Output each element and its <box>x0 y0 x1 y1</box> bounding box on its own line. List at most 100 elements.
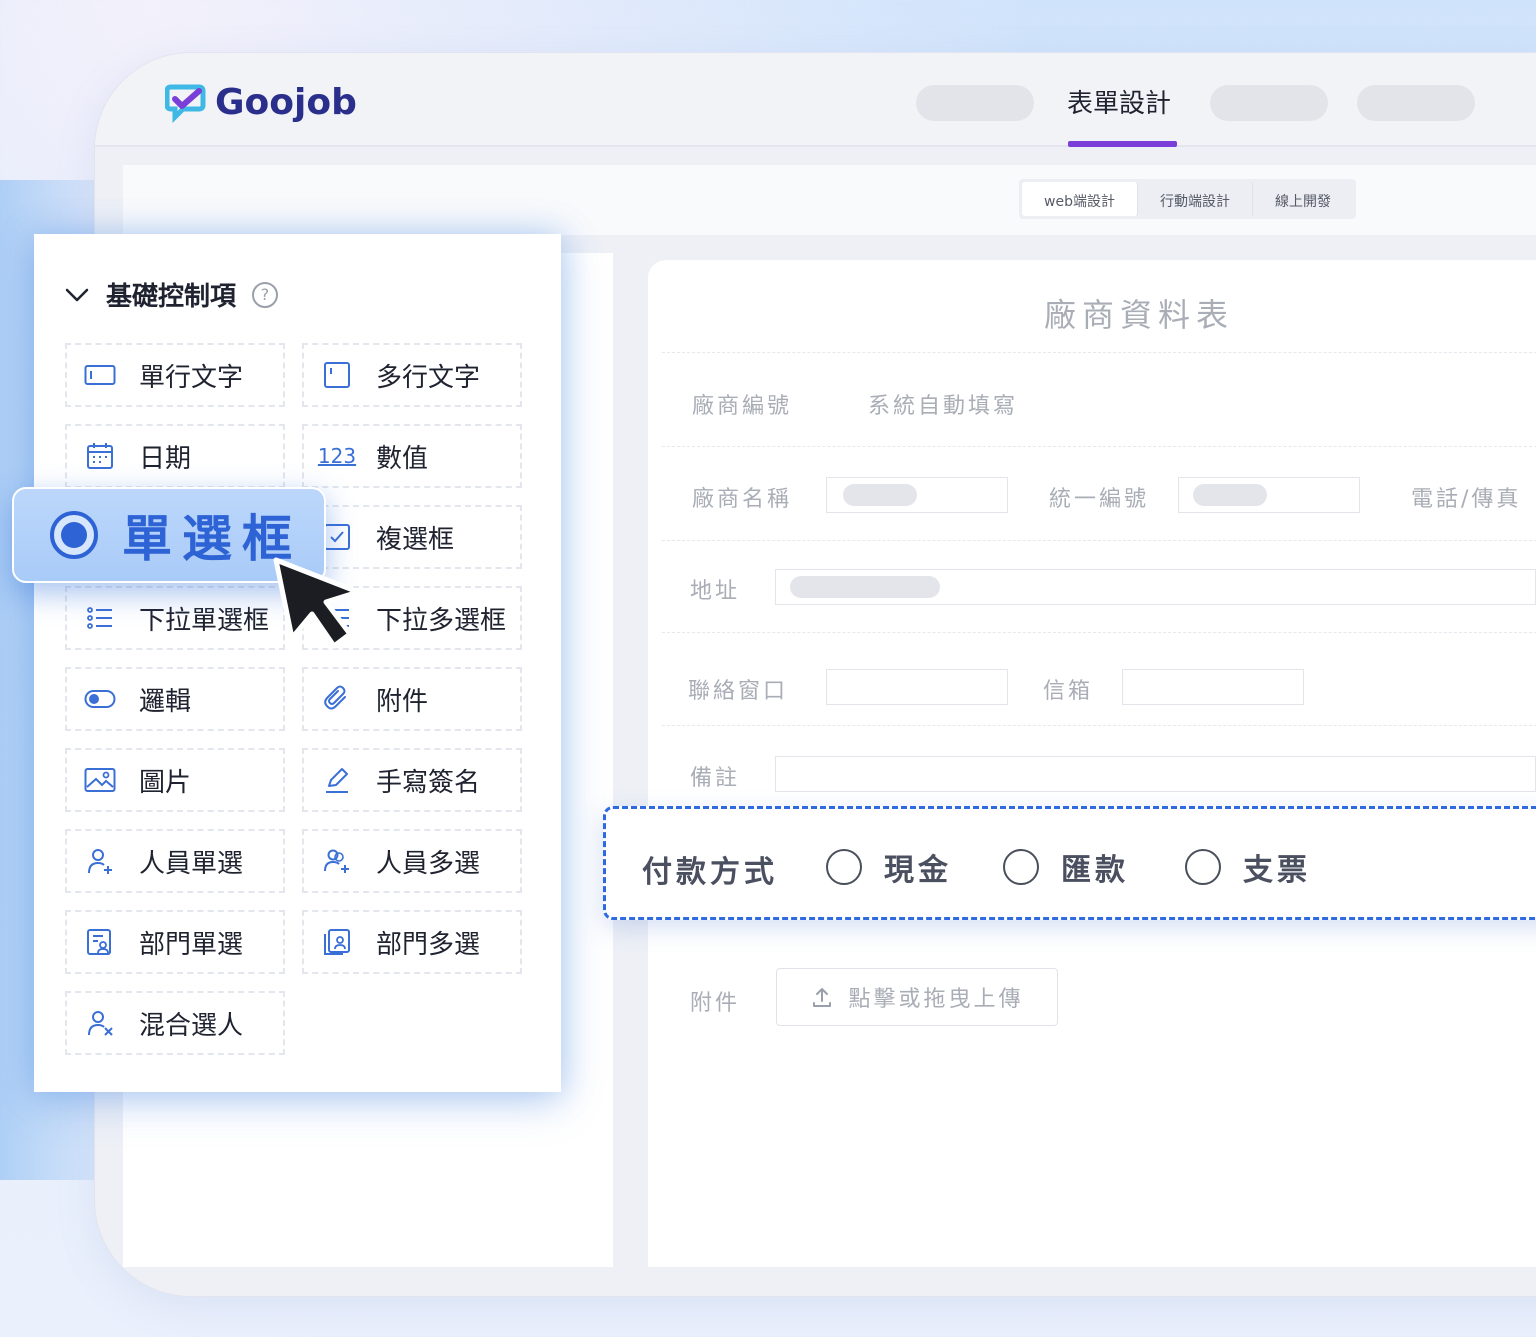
tax-id-label: 統一編號 <box>1049 487 1150 512</box>
control-logic[interactable]: 邏輯 <box>65 667 285 731</box>
nav-active-indicator <box>1068 141 1177 147</box>
single-line-text-icon <box>83 358 117 392</box>
app-header: Goojob 表單設計 <box>95 53 1536 147</box>
control-single-line-text[interactable]: 單行文字 <box>65 343 285 407</box>
list-icon <box>83 601 117 635</box>
chevron-down-icon[interactable] <box>64 282 90 308</box>
tab-web-design[interactable]: web端設計 <box>1022 182 1138 216</box>
payment-option-cash[interactable]: 現金 <box>826 845 952 889</box>
control-label: 部門多選 <box>376 929 481 960</box>
control-label: 邏輯 <box>139 686 192 717</box>
paperclip-icon <box>320 682 354 716</box>
nav-tab-placeholder-2[interactable] <box>1210 85 1328 121</box>
control-label: 複選框 <box>376 524 455 555</box>
payment-option-check[interactable]: 支票 <box>1185 845 1311 889</box>
control-mixed-user[interactable]: 混合選人 <box>65 991 285 1055</box>
panel-title: 基礎控制項 <box>106 282 237 312</box>
control-label: 下拉多選框 <box>376 605 507 636</box>
control-label: 部門單選 <box>139 929 244 960</box>
row-divider <box>662 725 1536 726</box>
input-placeholder-blob <box>843 484 917 506</box>
control-user-single[interactable]: 人員單選 <box>65 829 285 893</box>
control-date[interactable]: 日期 <box>65 424 285 488</box>
calendar-icon <box>83 439 117 473</box>
control-multi-line-text[interactable]: 多行文字 <box>302 343 522 407</box>
vendor-id-value: 系統自動填寫 <box>868 394 1019 419</box>
goojob-logo-icon <box>165 84 206 123</box>
control-label: 圖片 <box>139 767 192 798</box>
row-divider <box>662 540 1536 541</box>
payment-option-label: 支票 <box>1243 853 1311 888</box>
form-title: 廠商資料表 <box>1044 296 1235 334</box>
number-icon: 123 <box>317 444 357 468</box>
email-label: 信箱 <box>1043 679 1094 704</box>
control-signature[interactable]: 手寫簽名 <box>302 748 522 812</box>
payment-option-label: 匯款 <box>1061 853 1129 888</box>
toggle-icon <box>83 682 117 716</box>
control-label: 數值 <box>376 443 429 474</box>
nav-tab-placeholder-1[interactable] <box>916 85 1034 121</box>
image-icon <box>83 763 117 797</box>
contact-label: 聯絡窗口 <box>688 679 789 704</box>
design-mode-tabs: web端設計 行動端設計 線上開發 <box>1019 179 1356 219</box>
control-label: 人員單選 <box>139 848 244 879</box>
basic-controls-panel: 基礎控制項 ? 單行文字 多行文字 日期 123 數值 複選框 下拉單選框 下拉… <box>34 234 561 1092</box>
upload-button[interactable]: 點擊或拖曳上傳 <box>776 968 1058 1026</box>
panel-header[interactable]: 基礎控制項 ? <box>64 276 279 313</box>
radio-icon[interactable] <box>1003 849 1039 885</box>
control-label: 多行文字 <box>376 362 481 393</box>
input-placeholder-blob <box>790 576 940 598</box>
control-label: 混合選人 <box>139 1010 244 1041</box>
contact-input[interactable] <box>826 669 1008 705</box>
multi-line-text-icon <box>320 358 354 392</box>
pen-icon <box>320 763 354 797</box>
control-department-multi[interactable]: 部門多選 <box>302 910 522 974</box>
row-divider <box>662 632 1536 633</box>
brand-logo[interactable]: Goojob <box>165 81 357 123</box>
control-department-single[interactable]: 部門單選 <box>65 910 285 974</box>
vendor-id-label: 廠商編號 <box>692 394 793 419</box>
radio-icon[interactable] <box>826 849 862 885</box>
control-label: 日期 <box>139 443 192 474</box>
control-user-multi[interactable]: 人員多選 <box>302 829 522 893</box>
row-divider <box>662 352 1536 353</box>
department-icon <box>83 925 117 959</box>
control-number[interactable]: 123 數值 <box>302 424 522 488</box>
radio-icon <box>50 511 98 559</box>
upload-text: 點擊或拖曳上傳 <box>848 987 1024 1012</box>
users-add-icon <box>320 844 354 878</box>
payment-option-label: 現金 <box>884 853 952 888</box>
brand-name: Goojob <box>215 81 357 123</box>
input-placeholder-blob <box>1193 484 1267 506</box>
control-dropdown-single[interactable]: 下拉單選框 <box>65 586 285 650</box>
email-input[interactable] <box>1122 669 1304 705</box>
control-label: 人員多選 <box>376 848 481 879</box>
upload-icon <box>813 988 832 1007</box>
row-divider <box>662 446 1536 447</box>
departments-icon <box>320 925 354 959</box>
tab-mobile-design[interactable]: 行動端設計 <box>1138 182 1253 216</box>
user-mixed-icon <box>83 1006 117 1040</box>
payment-method-label: 付款方式 <box>642 855 778 890</box>
payment-method-field[interactable]: 付款方式 現金 匯款 支票 <box>603 806 1536 920</box>
remarks-label: 備註 <box>690 766 741 791</box>
remarks-input[interactable] <box>775 756 1536 792</box>
vendor-name-label: 廠商名稱 <box>692 487 793 512</box>
control-image[interactable]: 圖片 <box>65 748 285 812</box>
control-label: 手寫簽名 <box>376 767 481 798</box>
control-label: 下拉單選框 <box>139 605 270 636</box>
mouse-cursor-icon <box>273 557 361 649</box>
address-label: 地址 <box>690 579 741 604</box>
phone-fax-label: 電話/傳真 <box>1411 487 1522 512</box>
control-label: 單行文字 <box>139 362 244 393</box>
payment-option-transfer[interactable]: 匯款 <box>1003 845 1129 889</box>
control-label: 附件 <box>376 686 429 717</box>
control-attachment[interactable]: 附件 <box>302 667 522 731</box>
help-icon[interactable]: ? <box>252 281 279 308</box>
nav-tab-placeholder-3[interactable] <box>1357 85 1475 121</box>
attachment-label: 附件 <box>690 991 741 1016</box>
nav-tab-form-design[interactable]: 表單設計 <box>1067 83 1171 120</box>
user-add-icon <box>83 844 117 878</box>
radio-icon[interactable] <box>1185 849 1221 885</box>
tab-online-dev[interactable]: 線上開發 <box>1253 182 1353 216</box>
